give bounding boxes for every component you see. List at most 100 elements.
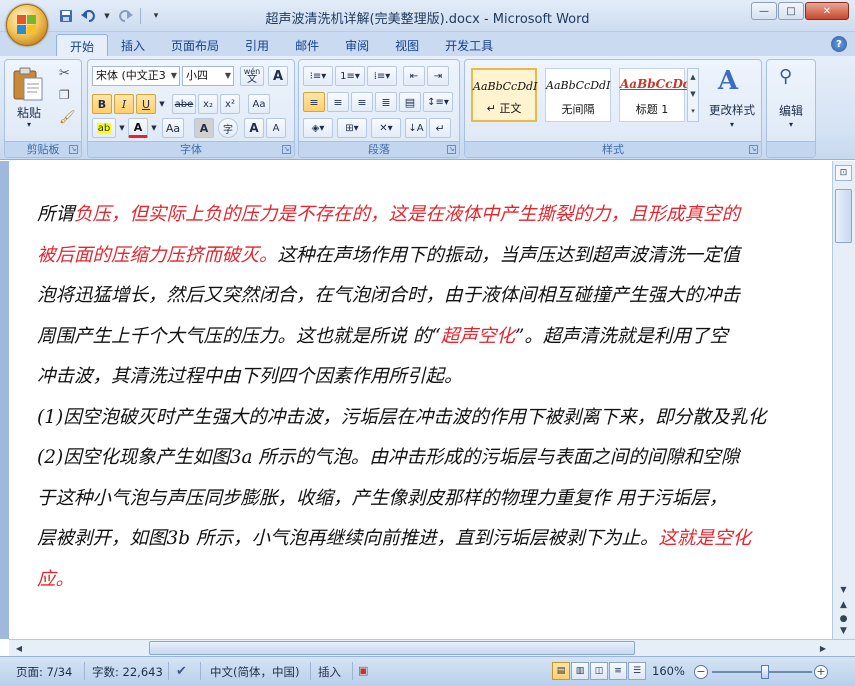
highlighted-text-run[interactable]: 被后面的压缩力压挤而破灭。 — [37, 245, 278, 266]
editing-button[interactable]: 编辑 — [767, 102, 815, 119]
style-heading-1[interactable]: AaBbCcDd 标题 1 — [619, 68, 691, 122]
binoculars-icon[interactable]: ⚲ — [779, 66, 792, 87]
style-normal[interactable]: AaBbCcDdI ↵ 正文 — [471, 68, 537, 122]
chevron-down-icon[interactable]: ▼ — [117, 118, 127, 138]
maximize-button[interactable]: □ — [778, 2, 804, 20]
language-indicator[interactable]: 中文(简体，中国) — [210, 664, 299, 680]
copy-icon[interactable]: ❐ — [59, 88, 70, 102]
styles-scroll[interactable]: ▲ ▼ ▾ — [687, 68, 699, 122]
tab-page-layout[interactable]: 页面布局 — [158, 34, 232, 56]
chevron-down-icon[interactable]: ▼ — [149, 118, 159, 138]
scroll-down-icon[interactable]: ▼ — [835, 581, 852, 597]
insert-mode[interactable]: 插入 — [318, 664, 341, 680]
document-line[interactable]: 层被剥开，如图3b 所示，小气泡再继续向前推进，直到污垢层被剥下为止。这就是空化 — [37, 519, 832, 560]
document-body[interactable]: 所谓负压，但实际上负的压力是不存在的，这是在液体中产生撕裂的力，且形成真空的 被后… — [37, 195, 832, 600]
document-line[interactable]: 冲击波，其清洗过程中由下列四个因素作用所引起。 — [37, 357, 832, 398]
horizontal-scrollbar[interactable]: ◀ ▶ — [9, 639, 855, 656]
document-line[interactable]: (2)因空化现象产生如图3a 所示的气泡。由冲击形成的污垢层与表面之间的间隙和空… — [37, 438, 832, 479]
text-run[interactable]: 冲击波，其清洗过程中由下列四个因素作用所引起。 — [37, 366, 463, 387]
multilevel-list-icon[interactable]: ⁞≡▾ — [367, 66, 397, 86]
document-line[interactable]: 所谓负压，但实际上负的压力是不存在的，这是在液体中产生撕裂的力，且形成真空的 — [37, 195, 832, 236]
vertical-scrollbar[interactable]: ⊡ ▲ ▼ ▲ ● ▼ — [832, 161, 855, 639]
chevron-down-icon[interactable]: ▼ — [157, 94, 167, 114]
highlighted-text-run[interactable]: 这就是空化 — [659, 528, 752, 549]
paste-icon[interactable] — [11, 66, 47, 102]
superscript-button[interactable]: x² — [220, 94, 240, 114]
chevron-down-icon[interactable]: ▾ — [767, 120, 815, 129]
borders-icon[interactable]: ⊞▾ — [337, 118, 367, 138]
change-case-button[interactable]: Aa — [162, 118, 184, 138]
proofing-icon[interactable]: ✔ — [176, 664, 187, 679]
highlighted-text-run[interactable]: 应。 — [37, 569, 74, 590]
clipboard-launcher-icon[interactable]: ↘ — [69, 145, 78, 154]
strikethrough-button[interactable]: abe — [172, 94, 196, 114]
vertical-scroll-thumb[interactable] — [835, 189, 852, 243]
document-line[interactable]: 周围产生上千个大气压的压力。这也就是所说 的“超声空化”。超声清洗就是利用了空 — [37, 317, 832, 358]
text-run[interactable]: 层被剥开，如图3b 所示，小气泡再继续向前推进，直到污垢层被剥下为止。 — [37, 528, 659, 549]
italic-button[interactable]: I — [114, 94, 134, 114]
char-border-button[interactable]: A — [268, 66, 288, 86]
bullets-icon[interactable]: ⁝≡▾ — [303, 66, 333, 86]
underline-button[interactable]: U — [136, 94, 156, 114]
chinese-layout-icon[interactable]: ✕▾ — [371, 118, 401, 138]
change-styles-button[interactable]: 更改样式 — [701, 102, 763, 118]
zoom-level[interactable]: 160% — [652, 664, 685, 678]
zoom-slider-thumb[interactable] — [761, 665, 769, 679]
align-right-icon[interactable]: ≡ — [351, 92, 373, 112]
document-area[interactable]: 所谓负压，但实际上负的压力是不存在的，这是在液体中产生撕裂的力，且形成真空的 被后… — [0, 161, 832, 639]
paragraph-launcher-icon[interactable]: ↘ — [447, 145, 456, 154]
subscript-button[interactable]: x₂ — [198, 94, 218, 114]
page-count[interactable]: 页面: 7/34 — [16, 664, 72, 680]
decrease-indent-icon[interactable]: ⇤ — [403, 66, 425, 86]
tab-review[interactable]: 审阅 — [332, 34, 382, 56]
phonetic-guide-button[interactable]: wén 文 — [240, 66, 264, 86]
grow-font-button[interactable]: A — [244, 118, 264, 138]
web-layout-icon[interactable]: ◫ — [590, 662, 608, 680]
style-no-spacing[interactable]: AaBbCcDdI 无间隔 — [545, 68, 611, 122]
document-line[interactable]: 于这种小气泡与声压同步膨胀，收缩，产生像剥皮那样的物理力重复作 用于污垢层， — [37, 479, 832, 520]
tab-insert[interactable]: 插入 — [108, 34, 158, 56]
tab-references[interactable]: 引用 — [232, 34, 282, 56]
text-run[interactable]: 周围产生上千个大气压的压力。这也就是所说 的“ — [37, 326, 441, 347]
line-spacing-icon[interactable]: ↕≡▾ — [423, 92, 453, 112]
highlighted-text-run[interactable]: 负压，但实际上负的压力是不存在的，这是在液体中产生撕裂的力，且形成真空的 — [74, 204, 740, 225]
word-count[interactable]: 字数: 22,643 — [92, 664, 163, 680]
zoom-in-icon[interactable]: + — [814, 665, 828, 679]
font-size-combo[interactable]: 小四 ▼ — [182, 66, 234, 86]
draft-view-icon[interactable]: ☰ — [628, 662, 646, 680]
change-styles-icon[interactable]: A — [709, 66, 747, 96]
numbering-icon[interactable]: 1≡▾ — [335, 66, 365, 86]
ruler-toggle-icon[interactable]: ⊡ — [835, 165, 852, 181]
justify-icon[interactable]: ≣ — [375, 92, 397, 112]
document-line[interactable]: 应。 — [37, 560, 832, 601]
tab-developer[interactable]: 开发工具 — [432, 34, 506, 56]
tab-home[interactable]: 开始 — [56, 34, 109, 56]
chevron-down-icon[interactable]: ▾ — [701, 120, 763, 129]
distributed-icon[interactable]: ▤ — [399, 92, 421, 112]
highlight-button[interactable]: ab — [92, 118, 116, 138]
text-run[interactable]: 于这种小气泡与声压同步膨胀，收缩，产生像剥皮那样的物理力重复作 用于污垢层， — [37, 488, 727, 509]
zoom-out-icon[interactable]: − — [694, 665, 708, 679]
document-line[interactable]: 被后面的压缩力压挤而破灭。这种在声场作用下的振动，当声压达到超声波清洗一定值 — [37, 236, 832, 277]
print-layout-view-icon[interactable]: ▤ — [552, 662, 570, 680]
document-line[interactable]: (1)因空泡破灭时产生强大的冲击波，污垢层在冲击波的作用下被剥离下来，即分散及乳… — [37, 398, 832, 439]
paste-button[interactable]: 粘贴 — [11, 104, 47, 121]
sort-icon[interactable]: ↓A — [405, 118, 427, 138]
show-marks-icon[interactable]: ↵ — [429, 118, 451, 138]
shrink-font-button[interactable]: A — [266, 118, 286, 138]
full-screen-reading-icon[interactable]: ▥ — [571, 662, 589, 680]
text-run[interactable]: 所谓 — [37, 204, 74, 225]
text-run[interactable]: 这种在声场作用下的振动，当声压达到超声波清洗一定值 — [278, 245, 741, 266]
text-run[interactable]: 泡将迅猛增长，然后又突然闭合，在气泡闭合时，由于液体间相互碰撞产生强大的冲击 — [37, 285, 740, 306]
highlighted-text-run[interactable]: 超声空化 — [441, 326, 515, 347]
font-color-button[interactable]: A — [128, 118, 148, 138]
enclose-char-button[interactable]: 字 — [218, 118, 238, 138]
help-icon[interactable]: ? — [831, 36, 847, 52]
align-left-icon[interactable]: ≡ — [303, 92, 325, 112]
bold-button[interactable]: B — [92, 94, 112, 114]
text-run[interactable]: (1)因空泡破灭时产生强大的冲击波，污垢层在冲击波的作用下被剥离下来，即分散及乳… — [37, 407, 766, 428]
clear-formatting-button[interactable]: Aa — [248, 94, 270, 114]
close-button[interactable]: ✕ — [805, 2, 849, 20]
align-center-icon[interactable]: ≡ — [327, 92, 349, 112]
document-line[interactable]: 泡将迅猛增长，然后又突然闭合，在气泡闭合时，由于液体间相互碰撞产生强大的冲击 — [37, 276, 832, 317]
